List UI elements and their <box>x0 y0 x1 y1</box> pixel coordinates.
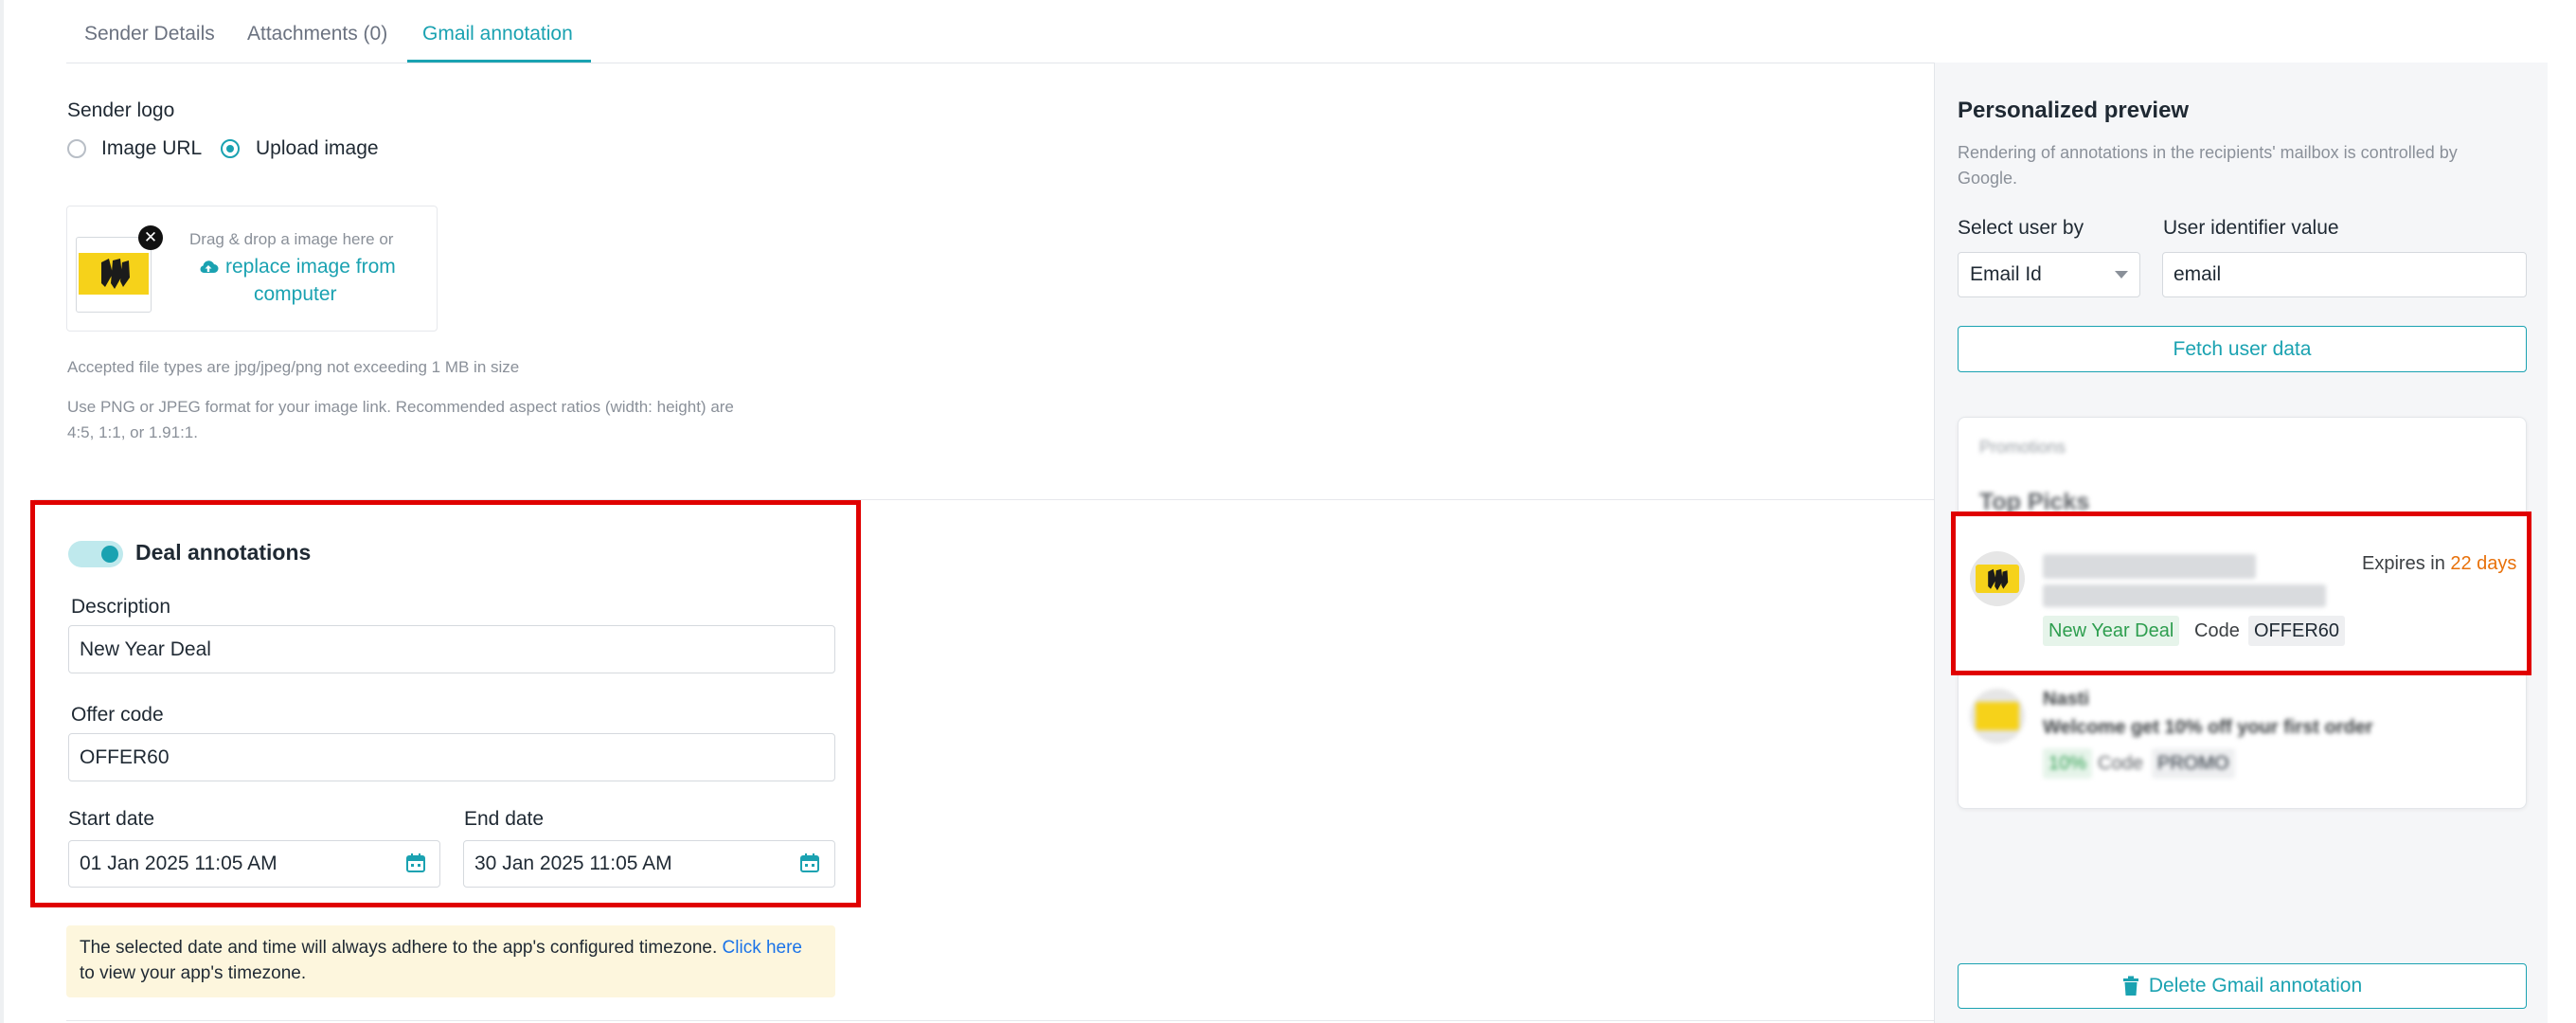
description-input[interactable]: New Year Deal <box>68 625 835 673</box>
description-label: Description <box>71 596 171 618</box>
second-subject: Welcome get 10% off your first order <box>2043 717 2373 738</box>
end-date-input[interactable]: 30 Jan 2025 11:05 AM <box>463 840 835 888</box>
second-sender-name: Nasti <box>2043 689 2089 709</box>
code-chip: OFFER60 <box>2248 616 2346 646</box>
expires-prefix: Expires in <box>2362 553 2445 574</box>
start-calendar-icon[interactable] <box>405 852 426 873</box>
timezone-click-here-link[interactable]: Click here <box>723 938 802 958</box>
deal-annotations-title: Deal annotations <box>135 540 312 565</box>
delete-button-label: Delete Gmail annotation <box>2148 975 2363 996</box>
image-url-radio[interactable] <box>67 139 86 158</box>
deal-chip: New Year Deal <box>2043 616 2180 646</box>
start-date-label: Start date <box>68 808 155 830</box>
replace-image-link[interactable]: replace image from <box>225 256 396 278</box>
fetch-user-data-button[interactable]: Fetch user data <box>1958 326 2527 372</box>
timezone-notice-text-cont: to view your app's timezone. <box>80 963 307 983</box>
accepted-file-types-text: Accepted file types are jpg/jpeg/png not… <box>67 358 520 376</box>
timezone-notice-text: The selected date and time will always a… <box>80 938 718 958</box>
preview-subtitle: Rendering of annotations in the recipien… <box>1958 143 2458 162</box>
cloud-upload-icon <box>200 260 219 273</box>
end-calendar-icon[interactable] <box>799 852 820 873</box>
sender-avatar <box>1970 551 2025 606</box>
avatar-logo-icon <box>1988 568 2009 591</box>
chevron-down-icon <box>2115 271 2128 278</box>
start-date-input[interactable]: 01 Jan 2025 11:05 AM <box>68 840 440 888</box>
upload-image-label[interactable]: Upload image <box>256 137 379 160</box>
second-code-label: Code <box>2098 753 2143 774</box>
logo-mark-icon <box>101 259 130 289</box>
description-value: New Year Deal <box>80 637 211 660</box>
identifier-label: User identifier value <box>2163 217 2339 239</box>
second-sender-avatar <box>1970 689 2025 744</box>
preview-title: Personalized preview <box>1958 98 2190 123</box>
tab-sender-details[interactable]: Sender Details <box>84 23 215 45</box>
left-edge-border <box>0 0 4 1023</box>
remove-image-icon[interactable]: ✕ <box>138 225 163 250</box>
timezone-notice: The selected date and time will always a… <box>66 925 835 997</box>
format-hint-text-cont: 4:5, 1:1, or 1.91:1. <box>67 423 198 441</box>
select-user-dropdown[interactable]: Email Id <box>1958 252 2140 297</box>
sender-logo-label: Sender logo <box>67 99 175 121</box>
deal-annotations-toggle[interactable] <box>68 541 123 567</box>
end-date-label: End date <box>464 808 545 830</box>
identifier-value: email <box>2174 263 2222 285</box>
drop-hint-text: Drag & drop a image here or <box>189 230 394 248</box>
expires-days: 22 days <box>2450 553 2517 574</box>
logo-thumbnail <box>76 237 152 313</box>
offer-code-label: Offer code <box>71 704 164 726</box>
select-user-label: Select user by <box>1958 217 2084 239</box>
tab-gmail-annotation[interactable]: Gmail annotation <box>422 23 573 45</box>
identifier-input[interactable]: email <box>2162 252 2527 297</box>
offer-code-input[interactable]: OFFER60 <box>68 733 835 781</box>
upload-image-radio[interactable] <box>221 139 240 158</box>
second-code-chip: PROMO <box>2152 748 2235 779</box>
select-user-value: Email Id <box>1970 263 2042 285</box>
start-date-value: 01 Jan 2025 11:05 AM <box>80 852 277 874</box>
second-deal-chip: 10% <box>2043 748 2093 779</box>
format-hint-text: Use PNG or JPEG format for your image li… <box>67 398 734 416</box>
end-date-value: 30 Jan 2025 11:05 AM <box>474 852 672 874</box>
code-label: Code <box>2194 620 2240 641</box>
bottom-divider <box>66 1020 1934 1021</box>
preview-subtitle-cont: Google. <box>1958 169 2018 188</box>
sender-name-placeholder <box>2043 554 2256 579</box>
replace-image-link-cont[interactable]: computer <box>254 283 337 306</box>
delete-gmail-annotation-button[interactable]: Delete Gmail annotation <box>1958 963 2527 1009</box>
offer-code-value: OFFER60 <box>80 745 170 768</box>
image-url-label[interactable]: Image URL <box>101 137 202 160</box>
subject-placeholder <box>2043 584 2326 607</box>
expires-in-text: Expires in 22 days <box>2362 553 2516 575</box>
promotions-label: Promotions <box>1979 438 2066 457</box>
trash-icon <box>2122 976 2138 996</box>
tab-attachments[interactable]: Attachments (0) <box>247 23 387 45</box>
